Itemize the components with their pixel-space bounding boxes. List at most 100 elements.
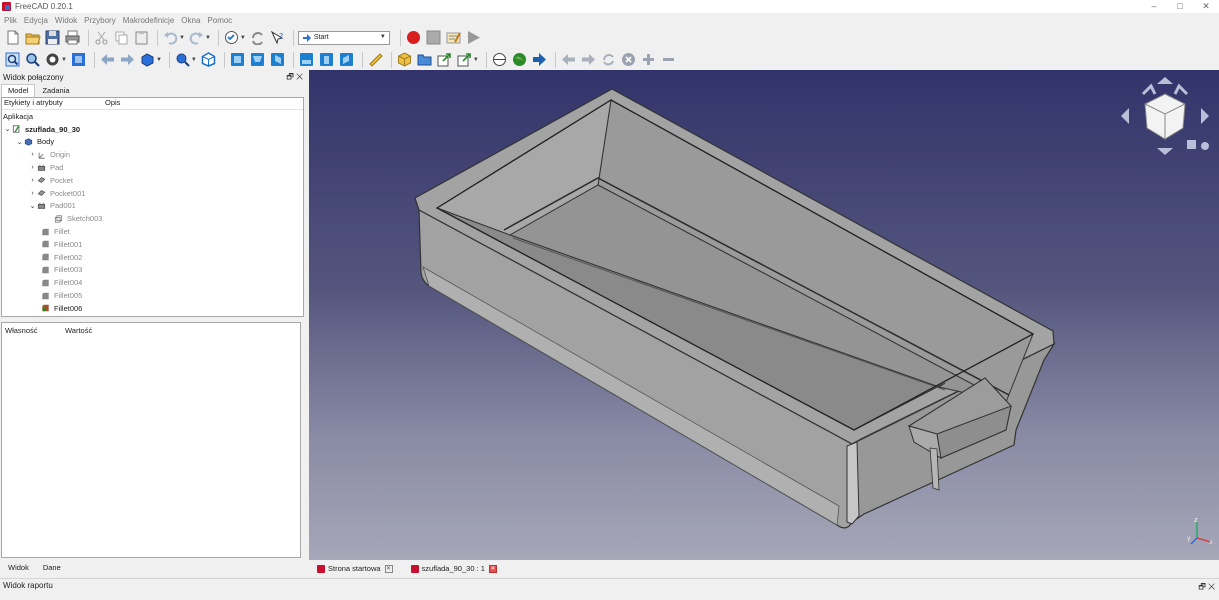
view-top-icon[interactable] [249,51,266,68]
arrow-left-icon[interactable] [1121,108,1129,124]
arrow-up-icon[interactable] [1157,77,1173,84]
std-views-icon[interactable] [139,51,156,68]
tree-row-pad[interactable]: › Pad [2,161,303,174]
close-button[interactable]: ✕ [1193,0,1219,13]
nav-forward-icon[interactable] [119,51,136,68]
close-tab-icon[interactable]: ✕ [488,564,497,573]
nav-back-icon[interactable] [99,51,116,68]
menu-macro[interactable]: Makrodefinicje [123,16,175,25]
chevron-right-icon[interactable]: › [28,151,37,158]
tree-row-body[interactable]: ⌄ Body [2,136,303,149]
web-arrow-icon[interactable] [531,51,548,68]
tree-row-fillet001[interactable]: Fillet001 [2,238,303,251]
tree-row-fillet[interactable]: Fillet [2,225,303,238]
arrow-down-icon[interactable] [1157,148,1173,155]
list-dropdown-icon[interactable]: ▼ [240,35,246,41]
undo-dropdown-icon[interactable]: ▼ [179,35,185,41]
rotate-right-icon[interactable] [1173,83,1189,96]
chevron-down-icon[interactable]: ⌄ [15,138,24,146]
redo-icon[interactable] [188,29,205,46]
print-icon[interactable] [64,29,81,46]
web-home-icon[interactable] [511,51,528,68]
panel-float-close-icon[interactable]: 🗗 ✕ [286,71,303,85]
macro-record-icon[interactable] [405,29,422,46]
cut-icon[interactable] [93,29,110,46]
undo-icon[interactable] [162,29,179,46]
tab-data[interactable]: Dane [36,560,68,575]
navigation-cube[interactable] [1119,76,1211,166]
view-left-icon[interactable] [338,51,355,68]
tab-start-page[interactable]: Strona startowa ✕ [315,563,395,574]
bounding-box-icon[interactable] [70,51,87,68]
3d-viewport[interactable]: z x y [309,70,1219,560]
measure-distance-icon[interactable] [367,51,384,68]
zoom-dropdown-icon[interactable]: ▼ [191,57,197,63]
menu-edit[interactable]: Edycja [24,16,48,25]
redo-dropdown-icon[interactable]: ▼ [205,35,211,41]
url-icon[interactable] [491,51,508,68]
tree-row-origin[interactable]: › Origin [2,148,303,161]
chevron-right-icon[interactable]: › [28,177,37,184]
save-icon[interactable] [44,29,61,46]
view-rear-icon[interactable] [298,51,315,68]
tree-row-pocket[interactable]: › Pocket [2,174,303,187]
menu-windows[interactable]: Okna [181,16,200,25]
link-actions-icon[interactable] [456,51,473,68]
menu-help[interactable]: Pomoc [207,16,232,25]
report-float-close-icon[interactable]: 🗗 ✕ [1198,581,1215,595]
menu-view[interactable]: Widok [55,16,77,25]
tree-row-sketch003[interactable]: Sketch003 [2,212,303,225]
view-bottom-icon[interactable] [318,51,335,68]
draw-style-dropdown-icon[interactable]: ▼ [61,57,67,63]
view-menu-icon[interactable] [1201,142,1209,150]
tree-row-fillet002[interactable]: Fillet002 [2,251,303,264]
draw-style-icon[interactable] [44,51,61,68]
tab-document[interactable]: szuflada_90_30 : 1 ✕ [409,563,499,574]
web-zoom-in-icon[interactable] [640,51,657,68]
macro-run-icon[interactable] [465,29,482,46]
tree-row-document[interactable]: ⌄ szuflada_90_30 [2,123,303,136]
copy-icon[interactable] [113,29,130,46]
menu-tools[interactable]: Przybory [84,16,116,25]
fit-selection-icon[interactable] [24,51,41,68]
drawer-model[interactable] [309,70,1219,560]
tab-tasks[interactable]: Zadania [35,84,76,97]
paste-icon[interactable] [133,29,150,46]
maximize-button[interactable]: □ [1167,0,1193,13]
close-tab-icon[interactable]: ✕ [384,564,393,573]
macro-edit-icon[interactable] [445,29,462,46]
macro-stop-icon[interactable] [425,29,442,46]
tree-row-fillet006[interactable]: Fillet006 [2,302,303,315]
chevron-down-icon[interactable]: ⌄ [3,125,12,133]
create-group-icon[interactable] [416,51,433,68]
view-isometric-icon[interactable] [200,51,217,68]
tree-row-fillet004[interactable]: Fillet004 [2,276,303,289]
chevron-right-icon[interactable]: › [28,190,37,197]
new-file-icon[interactable] [4,29,21,46]
tree-row-pad001[interactable]: ⌄ Pad001 [2,200,303,213]
open-folder-icon[interactable] [24,29,41,46]
zoom-icon[interactable] [174,51,191,68]
mini-cube-icon[interactable] [1187,140,1196,149]
minimize-button[interactable]: – [1141,0,1167,13]
value-column[interactable]: Wartość [65,326,92,335]
web-stop-icon[interactable] [620,51,637,68]
chevron-down-icon[interactable]: ⌄ [28,202,37,210]
workbench-selector[interactable]: Start ▼ [297,30,390,45]
view-front-icon[interactable] [229,51,246,68]
web-back-icon[interactable] [560,51,577,68]
rotate-left-icon[interactable] [1141,83,1157,96]
web-zoom-out-icon[interactable] [660,51,677,68]
property-column[interactable]: Własność [2,326,65,335]
view-right-icon[interactable] [269,51,286,68]
refresh-icon[interactable] [249,29,266,46]
chevron-right-icon[interactable]: › [28,164,37,171]
tree-header-description[interactable]: Opis [105,98,120,109]
tab-model[interactable]: Model [1,84,36,97]
make-link-icon[interactable] [436,51,453,68]
tab-view[interactable]: Widok [1,560,36,575]
tree-header-labels[interactable]: Etykiety i atrybuty [2,98,105,109]
std-views-dropdown-icon[interactable]: ▼ [156,57,162,63]
tree-row-fillet005[interactable]: Fillet005 [2,289,303,302]
fit-all-icon[interactable] [4,51,21,68]
